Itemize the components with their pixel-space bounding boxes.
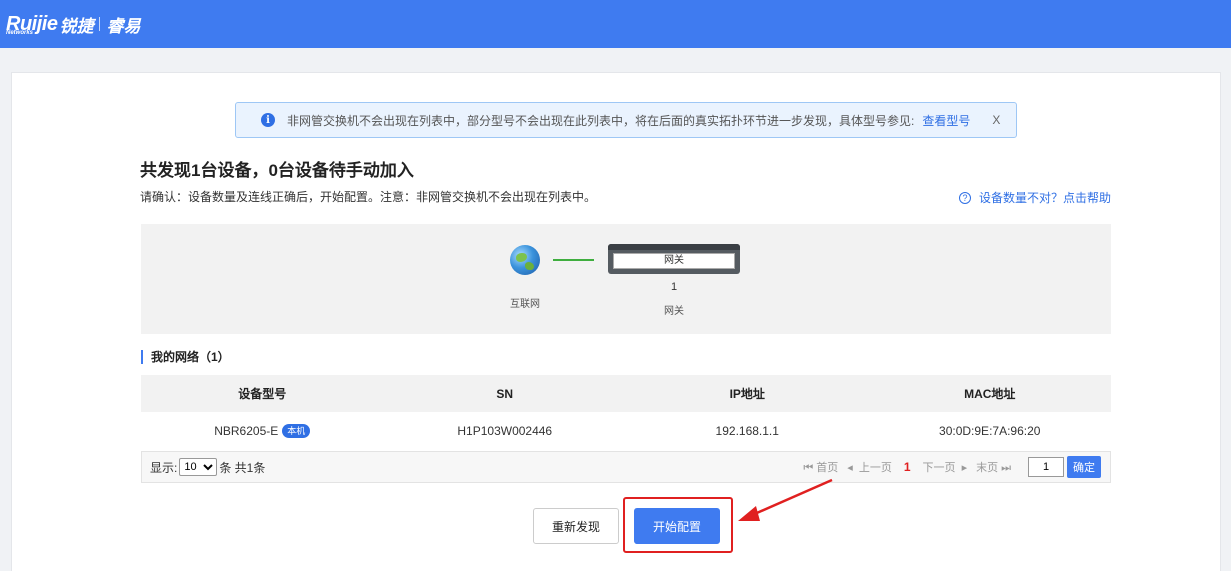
local-device-badge: 本机: [282, 424, 311, 438]
page-title: 共发现1台设备，0台设备待手动加入: [140, 161, 414, 180]
logo-product: 睿易: [106, 16, 141, 36]
connection-line: [553, 259, 594, 261]
pager-nav: ⏮首页 ◂ 上一页 1 下一页 ▸ 末页⏭ 确定: [800, 456, 1104, 478]
logo-separator: [99, 17, 101, 31]
globe-icon: [510, 245, 540, 275]
ruijie-logo: Ruijie 锐捷 睿易 Networks: [6, 10, 140, 38]
last-page-button[interactable]: 末页 ⏭: [973, 459, 1011, 475]
question-icon: ?: [958, 191, 971, 204]
prev-page-button[interactable]: ◂ 上一页: [847, 459, 895, 475]
logo-brand-cn: 锐捷: [59, 16, 94, 36]
gateway-count: 1: [670, 281, 678, 293]
gateway-label: 网关: [664, 306, 684, 317]
notice-banner: i 非网管交换机不会出现在列表中，部分型号不会出现在此列表中，将在后面的真实拓扑…: [235, 102, 1017, 138]
page-number-input[interactable]: [1028, 457, 1064, 477]
column-header-sn: SN: [496, 386, 514, 401]
topology-diagram: 互联网 网关 1 网关: [141, 224, 1111, 334]
cell-model: NBR6205-E 本机: [141, 412, 384, 450]
view-models-link[interactable]: 查看型号: [922, 112, 970, 129]
page-subtitle: 请确认：设备数量及连线正确后，开始配置。注意：非网管交换机不会出现在列表中。: [140, 190, 597, 204]
cell-ip: 192.168.1.1: [715, 424, 779, 438]
column-header-mac: MAC地址: [964, 387, 1016, 401]
help-link[interactable]: ? 设备数量不对？点击帮助: [958, 189, 1111, 206]
show-label: 显示:: [150, 460, 178, 475]
last-page-label: 末页: [976, 462, 999, 474]
rediscover-button[interactable]: 重新发现: [533, 508, 619, 544]
gateway-device-face: 网关: [613, 253, 735, 269]
next-page-label: 下一页: [922, 462, 956, 474]
table-row[interactable]: NBR6205-E 本机 H1P103W002446 192.168.1.1 3…: [141, 412, 1111, 450]
first-page-button[interactable]: ⏮ 首页: [803, 459, 841, 475]
internet-label: 互联网: [510, 299, 540, 310]
next-page-button[interactable]: 下一页 ▸: [920, 459, 968, 475]
top-bar: Ruijie 锐捷 睿易 Networks: [0, 0, 1231, 48]
cell-mac: 30:0D:9E:7A:96:20: [939, 424, 1041, 438]
gateway-device-icon[interactable]: 网关: [608, 244, 740, 274]
logo-networks: Networks: [6, 30, 34, 36]
column-header-ip: IP地址: [729, 387, 765, 401]
help-link-label: 设备数量不对？点击帮助: [978, 191, 1111, 205]
pager-summary: 条 共1条: [219, 460, 266, 475]
model-text: NBR6205-E: [214, 424, 279, 438]
current-page: 1: [903, 460, 911, 474]
prev-page-label: 上一页: [858, 462, 892, 474]
cell-sn: H1P103W002446: [457, 424, 553, 438]
device-table: 设备型号 SN IP地址 MAC地址 NBR6205-E 本机 H1P103W0…: [141, 375, 1111, 450]
start-config-button[interactable]: 开始配置: [634, 508, 720, 544]
pagination-bar: 显示: 10 条 共1条 ⏮首页 ◂ 上一页 1 下一页 ▸ 末页⏭ 确定: [141, 451, 1111, 483]
go-page-button[interactable]: 确定: [1067, 456, 1101, 478]
page-size-select[interactable]: 10: [179, 458, 218, 476]
my-network-title: 我的网络（1）: [141, 350, 230, 364]
close-notice-button[interactable]: X: [992, 113, 1000, 127]
column-header-model: 设备型号: [238, 387, 287, 401]
table-header: 设备型号 SN IP地址 MAC地址: [141, 375, 1111, 412]
notice-text: 非网管交换机不会出现在列表中，部分型号不会出现在此列表中，将在后面的真实拓扑环节…: [287, 113, 915, 128]
info-icon: i: [261, 113, 275, 127]
first-page-label: 首页: [816, 462, 839, 474]
